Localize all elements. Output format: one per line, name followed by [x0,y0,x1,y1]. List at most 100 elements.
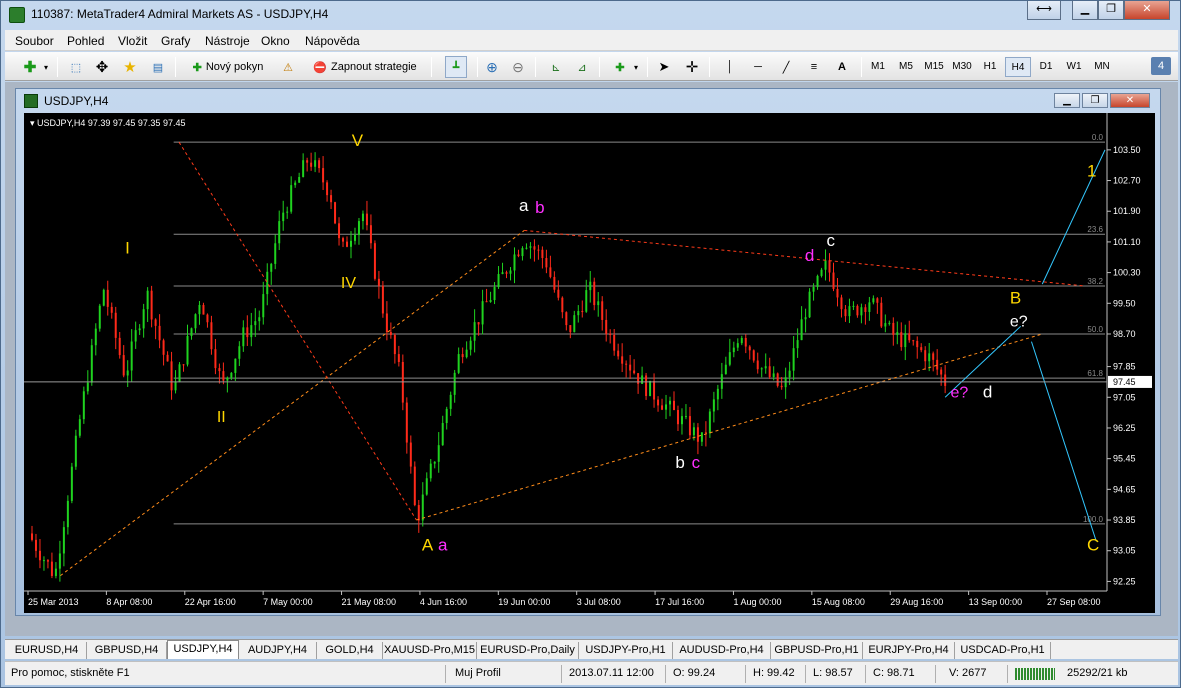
text-tool-icon[interactable]: A [831,56,853,78]
y-tick-label-2: 101.90 [1113,206,1141,216]
zoom-in-icon[interactable]: ⊕ [481,56,503,78]
zoom-out-icon[interactable]: ⊖ [507,56,529,78]
candle-body [704,432,707,434]
maximize-button[interactable]: ❐ [1098,1,1124,20]
timeframe-m15[interactable]: M15 [921,57,947,77]
candle-body [549,267,552,277]
new-order-button[interactable]: ✚ Nový pokyn [183,56,273,78]
tab-gold-h4[interactable]: GOLD,H4 [317,642,383,659]
candle-body [645,375,648,396]
tab-audjpy-h4[interactable]: AUDJPY,H4 [239,642,317,659]
timeframe-m5[interactable]: M5 [893,57,919,77]
tab-audusd-pro-h4[interactable]: AUDUSD-Pro,H4 [673,642,771,659]
channel-icon[interactable]: ≡ [803,56,825,78]
chart-close-button[interactable]: ✕ [1110,93,1150,108]
tab-usdcad-pro-h1[interactable]: USDCAD-Pro,H1 [955,642,1051,659]
minimize-button[interactable]: ▁ [1072,1,1098,20]
menu-file[interactable]: Soubor [15,34,54,48]
price-chart[interactable]: ▾ USDJPY,H4 97.39 97.45 97.35 97.45 0.0 23… [24,113,1155,613]
trendline-icon[interactable]: ╱ [775,56,797,78]
favorites-icon[interactable]: ★ [119,56,141,78]
chart-maximize-button[interactable]: ❐ [1082,93,1108,108]
indicators-chevron-down-icon[interactable]: ▾ [631,56,641,78]
candle-body [497,274,500,288]
title-bar[interactable]: 110387: MetaTrader4 Admiral Markets AS -… [1,1,1181,29]
tab-usdjpy-pro-h1[interactable]: USDJPY-Pro,H1 [579,642,673,659]
candle-body [768,366,771,377]
close-button[interactable]: ✕ [1124,1,1170,20]
timeframe-h1[interactable]: H1 [977,57,1003,77]
tab-eurusd-pro-daily[interactable]: EURUSD-Pro,Daily [477,642,579,659]
crosshair-icon[interactable]: ✛ [681,56,703,78]
candle-body [772,373,775,377]
horizontal-line-icon[interactable]: ─ [747,56,769,78]
wave-label-11: c [826,231,835,250]
timeframe-mn[interactable]: MN [1089,57,1115,77]
candle-body [70,466,73,501]
status-volume: V: 2677 [949,667,987,679]
autotrading-icon: ⛔ [313,61,328,74]
chevron-down-icon[interactable]: ▾ [41,56,51,78]
timeframe-m30[interactable]: M30 [949,57,975,77]
candle-body [744,338,747,347]
notification-badge[interactable]: 4 [1151,57,1171,75]
chart-minimize-button[interactable]: ▁ [1054,93,1080,108]
candle-body [621,356,624,364]
candle-body [302,160,305,178]
candle-body [405,402,408,443]
candle-body [322,168,325,183]
candle-body [840,297,843,310]
menu-window[interactable]: Okno [261,34,290,48]
menu-insert[interactable]: Vložit [118,34,147,48]
tab-xauusd-pro-m15[interactable]: XAUUSD-Pro,M15 [383,642,477,659]
x-tick-label-8: 17 Jul 16:00 [655,597,704,607]
navigator-icon[interactable]: ✥ [91,56,113,78]
candle-body [573,315,576,333]
timeframe-m1[interactable]: M1 [865,57,891,77]
menu-tools[interactable]: Nástroje [205,34,250,48]
status-profile[interactable]: Muj Profil [455,667,501,679]
indicators-icon[interactable]: ✚ [609,56,631,78]
candle-body [932,353,935,360]
candle-body [262,294,265,318]
alert-icon[interactable]: ⚠ [277,56,299,78]
new-order-label: Nový pokyn [205,61,264,73]
tab-eurusd-h4[interactable]: EURUSD,H4 [7,642,87,659]
menu-view[interactable]: Pohled [67,34,104,48]
timeframe-h4[interactable]: H4 [1005,57,1031,77]
candle-body [796,340,799,349]
tab-eurjpy-pro-h4[interactable]: EURJPY-Pro,H4 [863,642,955,659]
candle-body [126,370,129,376]
candle-body [218,368,221,372]
auto-scroll-icon[interactable]: ⊾ [545,56,567,78]
candle-body [868,302,871,312]
bar-chart-icon[interactable]: ┻ [445,56,467,78]
wave-label-3: II [217,409,226,426]
candle-body [816,275,819,287]
vertical-line-icon[interactable]: │ [719,56,741,78]
cursor-icon[interactable]: ➤ [653,56,675,78]
timeframe-w1[interactable]: W1 [1061,57,1087,77]
new-chart-icon[interactable]: ✚ [19,56,41,78]
menu-charts[interactable]: Grafy [161,34,190,48]
candle-body [912,340,915,342]
market-watch-icon[interactable]: ⬚ [65,56,87,78]
candle-body [453,372,456,395]
chart-window[interactable]: USDJPY,H4 ▁ ❐ ✕ ▾ USDJPY,H4 97.39 97.45 … [15,88,1161,616]
menu-help[interactable]: Nápověda [305,34,360,48]
x-tick-label-7: 3 Jul 08:00 [577,597,621,607]
candle-body [776,373,779,386]
autotrading-button[interactable]: ⛔ Zapnout strategie [303,56,427,78]
tab-gbpusd-pro-h1[interactable]: GBPUSD-Pro,H1 [771,642,863,659]
tab-gbpusd-h4[interactable]: GBPUSD,H4 [87,642,167,659]
tab-usdjpy-h4[interactable]: USDJPY,H4 [167,640,239,659]
candle-body [409,442,412,467]
chart-canvas[interactable]: ▾ USDJPY,H4 97.39 97.45 97.35 97.45 0.0 23… [24,113,1155,613]
terminal-icon[interactable]: ▤ [147,56,169,78]
candle-body [764,366,767,369]
restore-arrows-icon[interactable]: ⟷ [1027,1,1061,20]
candle-body [800,319,803,341]
candle-body [756,360,759,370]
timeframe-d1[interactable]: D1 [1033,57,1059,77]
chart-shift-icon[interactable]: ⊿ [571,56,593,78]
